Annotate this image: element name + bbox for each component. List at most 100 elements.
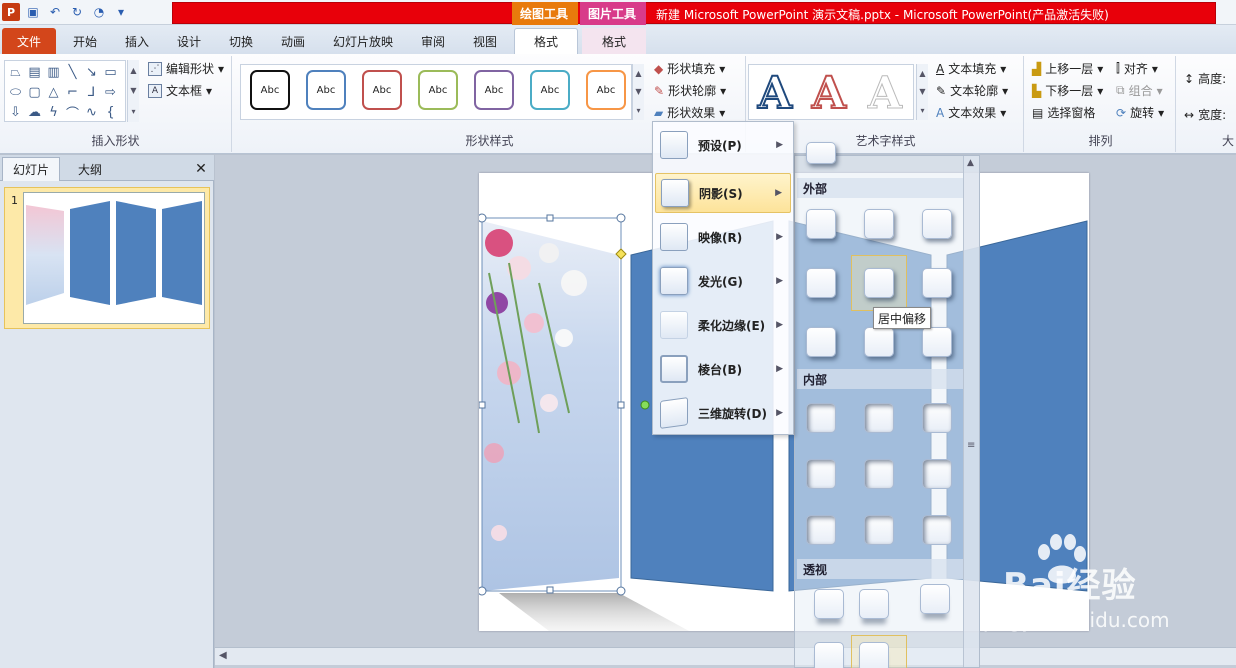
width-field[interactable]: ↔ 宽度:: [1184, 106, 1226, 123]
tab-review[interactable]: 审阅: [410, 28, 456, 54]
gallery-scrollbar[interactable]: ▲ ≡: [963, 156, 979, 667]
shadow-perspective-diagonal-upper-left[interactable]: [814, 589, 844, 619]
shadow-outer-center[interactable]: [864, 268, 894, 298]
tab-insert[interactable]: 插入: [114, 28, 160, 54]
shadow-inner-left[interactable]: [806, 459, 836, 489]
shape-styles-scroll[interactable]: ▲ ▼ ▾: [632, 64, 644, 120]
down-arrow-shape-icon[interactable]: ⇩: [6, 102, 25, 122]
menu-item-soft-edges[interactable]: 柔化边缘(E) ▶: [655, 305, 791, 345]
shape-outline-button[interactable]: ✎ 形状轮廓 ▾: [654, 82, 726, 99]
shadow-perspective-lower-right[interactable]: [859, 642, 889, 668]
repeat-icon[interactable]: ◔: [90, 3, 108, 21]
brace-shape-icon[interactable]: {: [101, 102, 120, 122]
scroll-up-icon[interactable]: ▲: [130, 66, 136, 75]
shape-fill-button[interactable]: ◆ 形状填充 ▾: [654, 60, 725, 77]
menu-item-bevel[interactable]: 棱台(B) ▶: [655, 349, 791, 389]
shape-style-green[interactable]: Abc: [418, 70, 458, 110]
shadow-perspective-below[interactable]: [920, 584, 950, 614]
edit-shape-button[interactable]: ⋰ 编辑形状 ▾: [148, 60, 224, 77]
tab-slides[interactable]: 幻灯片: [2, 157, 60, 181]
tab-outline[interactable]: 大纲: [62, 157, 118, 181]
more-icon[interactable]: ▾: [920, 106, 924, 115]
shadow-preset-partial[interactable]: [806, 142, 836, 164]
menu-item-preset[interactable]: 预设(P) ▶: [655, 125, 791, 165]
textbox-shape-icon[interactable]: ▤: [25, 62, 44, 82]
shape-style-red[interactable]: Abc: [362, 70, 402, 110]
customize-qat-icon[interactable]: ▾: [112, 3, 130, 21]
shape-style-orange[interactable]: Abc: [586, 70, 626, 110]
wordart-style-outline-blue[interactable]: A: [752, 67, 798, 120]
scroll-down-icon[interactable]: ▼: [130, 86, 136, 95]
bring-forward-button[interactable]: ▟ 上移一层 ▾: [1032, 60, 1103, 77]
shapes-gallery-scroll[interactable]: ▲ ▼ ▾: [127, 60, 139, 122]
shadow-perspective-lower-left[interactable]: [814, 642, 844, 668]
tab-file[interactable]: 文件: [2, 28, 56, 54]
scroll-left-icon[interactable]: ◀: [219, 650, 227, 661]
horizontal-scrollbar[interactable]: ◀: [215, 647, 1236, 665]
tab-animations[interactable]: 动画: [270, 28, 316, 54]
shadow-outer-left[interactable]: [922, 268, 952, 298]
shadow-outer-diagonal-top-left[interactable]: [806, 209, 836, 239]
scroll-up-icon[interactable]: ▲: [919, 69, 925, 78]
menu-item-shadow[interactable]: 阴影(S) ▶: [655, 173, 791, 213]
send-backward-button[interactable]: ▙ 下移一层 ▾: [1032, 82, 1103, 99]
scroll-down-icon[interactable]: ▼: [635, 87, 641, 96]
group-button[interactable]: ⧉ 组合 ▾: [1116, 82, 1163, 99]
menu-item-3d-rotation[interactable]: 三维旋转(D) ▶: [655, 393, 791, 433]
curve-shape-icon[interactable]: ∿: [82, 102, 101, 122]
text-effects-button[interactable]: A 文本效果 ▾: [936, 104, 1006, 121]
rectangle-shape-icon[interactable]: ▭: [101, 62, 120, 82]
shadow-outer-bottom[interactable]: [864, 209, 894, 239]
tab-design[interactable]: 设计: [166, 28, 212, 54]
shadow-perspective-diagonal-upper-right[interactable]: [859, 589, 889, 619]
tab-home[interactable]: 开始: [62, 28, 108, 54]
shadow-inner-bottom-left[interactable]: [806, 515, 836, 545]
shadow-outer-right[interactable]: [806, 268, 836, 298]
shadow-outer-diagonal-bottom-right[interactable]: [806, 327, 836, 357]
more-icon[interactable]: ▾: [131, 107, 135, 116]
shadow-inner-top-right[interactable]: [922, 403, 952, 433]
text-outline-button[interactable]: ✎ 文本轮廓 ▾: [936, 82, 1008, 99]
line-shape-icon[interactable]: ╲: [63, 62, 82, 82]
shadow-outer-diagonal-bottom-left[interactable]: [922, 327, 952, 357]
oval-shape-icon[interactable]: ⬭: [6, 82, 25, 102]
elbow-connector-shape-icon[interactable]: ⌐: [63, 82, 82, 102]
arc-shape-icon[interactable]: ⌒: [63, 102, 82, 122]
shape-effects-button[interactable]: ▰ 形状效果 ▾: [654, 104, 725, 121]
undo-icon[interactable]: ↶: [46, 3, 64, 21]
shadow-inner-top-left[interactable]: [806, 403, 836, 433]
shadow-outer-top[interactable]: [864, 327, 894, 357]
tab-view[interactable]: 视图: [462, 28, 508, 54]
vertical-textbox-shape-icon[interactable]: ▥: [44, 62, 63, 82]
shape-style-purple[interactable]: Abc: [474, 70, 514, 110]
shapes-gallery[interactable]: ⏢ ▤ ▥ ╲ ↘ ▭ ⬭ ▢ △ ⌐ ⅃ ⇨ ⇩ ☁ ϟ ⌒ ∿ {: [4, 60, 126, 122]
more-icon[interactable]: ▾: [636, 106, 640, 115]
menu-item-reflection[interactable]: 映像(R) ▶: [655, 217, 791, 257]
wordart-style-outline-gray[interactable]: A: [862, 67, 908, 119]
trapezoid-shape-icon[interactable]: ⏢: [6, 62, 25, 82]
shadow-outer-diagonal-top-right[interactable]: [922, 209, 952, 239]
text-box-button[interactable]: A 文本框 ▾: [148, 82, 212, 99]
powerpoint-logo-icon[interactable]: P: [2, 3, 20, 21]
scroll-thumb-grip-icon[interactable]: ≡: [967, 440, 975, 451]
wordart-scroll[interactable]: ▲ ▼ ▾: [916, 64, 928, 120]
shape-style-blue[interactable]: Abc: [306, 70, 346, 110]
save-icon[interactable]: ▣: [24, 3, 42, 21]
redo-icon[interactable]: ↻: [68, 3, 86, 21]
shadow-inner-top[interactable]: [864, 403, 894, 433]
arrow-line-shape-icon[interactable]: ↘: [82, 62, 101, 82]
close-icon[interactable]: ✕: [190, 157, 212, 181]
tab-picture-format[interactable]: 格式: [582, 28, 646, 54]
height-field[interactable]: ↕ 高度:: [1184, 70, 1226, 87]
tab-slide-show[interactable]: 幻灯片放映: [324, 28, 402, 54]
selection-pane-button[interactable]: ▤ 选择窗格: [1032, 104, 1095, 121]
elbow-arrow-shape-icon[interactable]: ⅃: [82, 82, 101, 102]
right-arrow-shape-icon[interactable]: ⇨: [101, 82, 120, 102]
triangle-shape-icon[interactable]: △: [44, 82, 63, 102]
slide-thumbnail[interactable]: [23, 192, 205, 324]
tab-transitions[interactable]: 切换: [218, 28, 264, 54]
rounded-rectangle-shape-icon[interactable]: ▢: [25, 82, 44, 102]
shape-style-aqua[interactable]: Abc: [530, 70, 570, 110]
text-fill-button[interactable]: A 文本填充 ▾: [936, 60, 1006, 77]
tab-drawing-format[interactable]: 格式: [514, 28, 578, 54]
